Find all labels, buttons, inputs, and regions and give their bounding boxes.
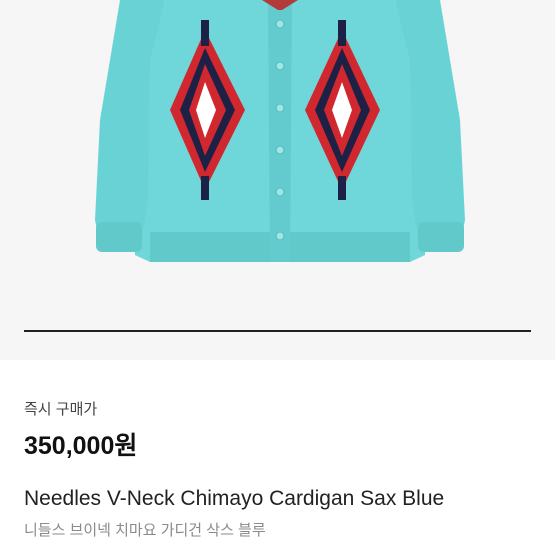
product-title[interactable]: Needles V-Neck Chimayo Cardigan Sax Blue: [24, 487, 444, 511]
image-carousel-progress-fill: [24, 330, 531, 332]
product-image[interactable]: [0, 0, 555, 360]
instant-buy-label: 즉시 구매가: [24, 401, 98, 418]
product-title-korean: 니들스 브이넥 치마요 가디건 삭스 블루: [24, 522, 266, 539]
price: 350,000원: [24, 432, 138, 460]
left-cuff: [96, 222, 142, 252]
image-carousel-progress: [24, 330, 531, 332]
placket: [268, 0, 292, 262]
right-cuff: [418, 222, 464, 252]
product-image-area[interactable]: [0, 0, 555, 360]
